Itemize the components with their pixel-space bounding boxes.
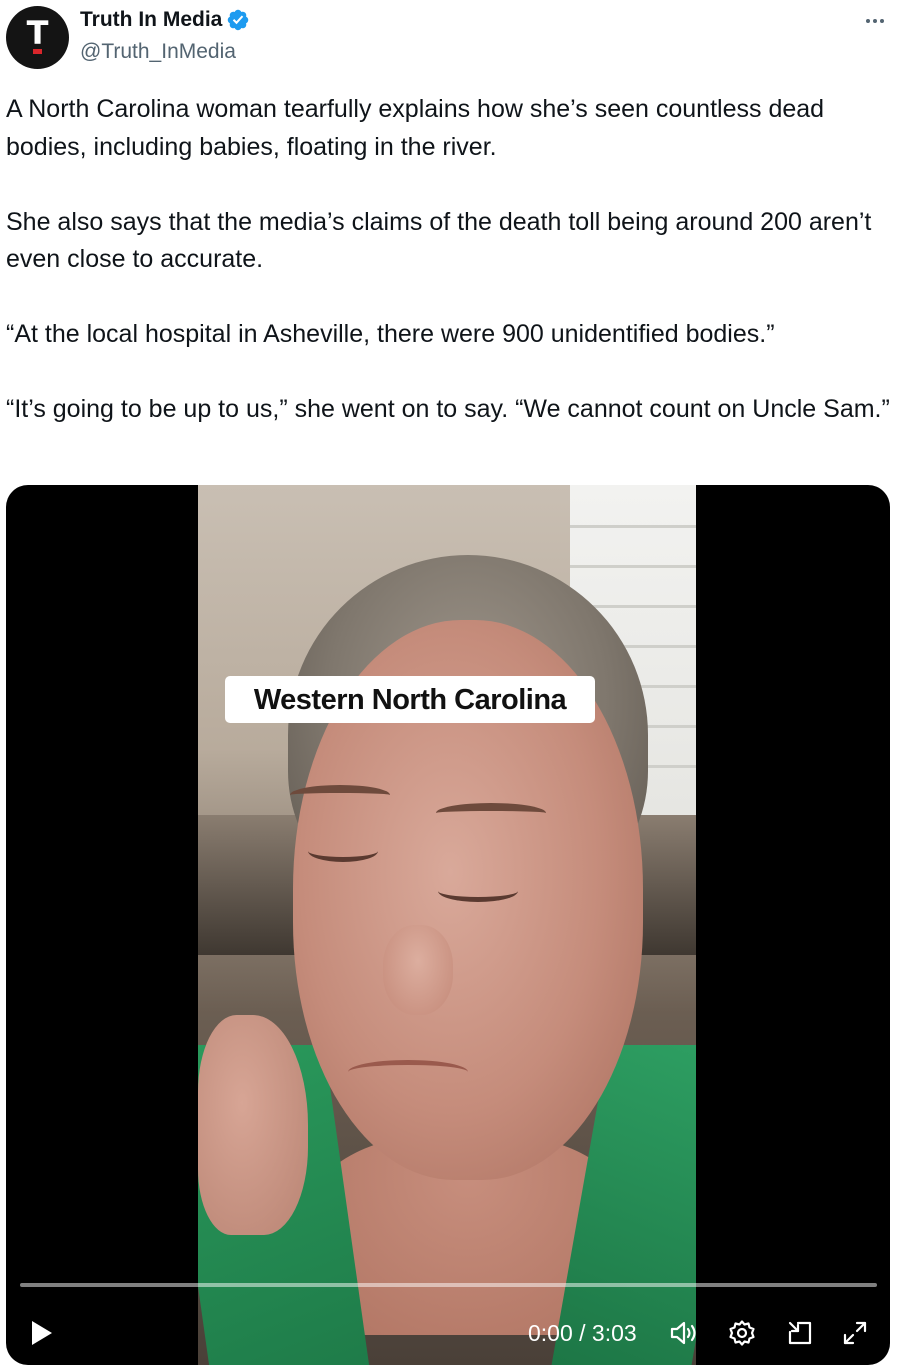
person-mouth	[348, 1060, 468, 1084]
tweet-paragraph: A North Carolina woman tearfully explain…	[6, 95, 832, 161]
name-row: Truth In Media	[80, 6, 250, 34]
tweet-paragraph: She also says that the media’s claims of…	[6, 207, 879, 274]
dock-icon[interactable]	[784, 1317, 816, 1349]
verified-badge-icon	[228, 9, 249, 31]
author-handle[interactable]: @Truth_InMedia	[80, 38, 236, 66]
video-player[interactable]: Western North Carolina 0:00 / 3:03	[6, 485, 890, 1365]
person-brow	[436, 803, 546, 823]
person-brow	[290, 785, 390, 805]
time-display: 0:00 / 3:03	[528, 1320, 637, 1346]
avatar[interactable]: T	[6, 6, 69, 69]
video-caption-text: Western North Carolina	[253, 683, 567, 716]
volume-icon[interactable]	[668, 1317, 700, 1349]
tweet-header: T Truth In Media @Truth_InMedia	[0, 0, 921, 76]
author-display-name[interactable]: Truth In Media	[80, 6, 222, 34]
video-frame[interactable]	[198, 485, 696, 1365]
avatar-accent	[33, 49, 42, 54]
person-eye	[438, 880, 518, 902]
fullscreen-icon[interactable]	[839, 1317, 871, 1349]
gear-icon[interactable]	[726, 1317, 758, 1349]
more-dot	[880, 19, 884, 23]
more-icon[interactable]	[857, 6, 893, 36]
video-caption-overlay: Western North Carolina	[225, 676, 595, 723]
tweet-paragraph: “At the local hospital in Asheville, the…	[6, 320, 775, 348]
person-nose	[383, 925, 453, 1015]
progress-bar[interactable]	[20, 1283, 877, 1287]
person-hand	[198, 1015, 308, 1235]
tweet-paragraph: “It’s going to be up to us,” she went on…	[6, 395, 890, 423]
more-dot	[873, 19, 877, 23]
video-controls: 0:00 / 3:03	[6, 1305, 890, 1361]
person-eye	[308, 840, 378, 862]
avatar-letter: T	[26, 14, 49, 52]
tweet-text: A North Carolina woman tearfully explain…	[6, 91, 906, 429]
more-dot	[866, 19, 870, 23]
play-icon[interactable]	[26, 1317, 58, 1349]
